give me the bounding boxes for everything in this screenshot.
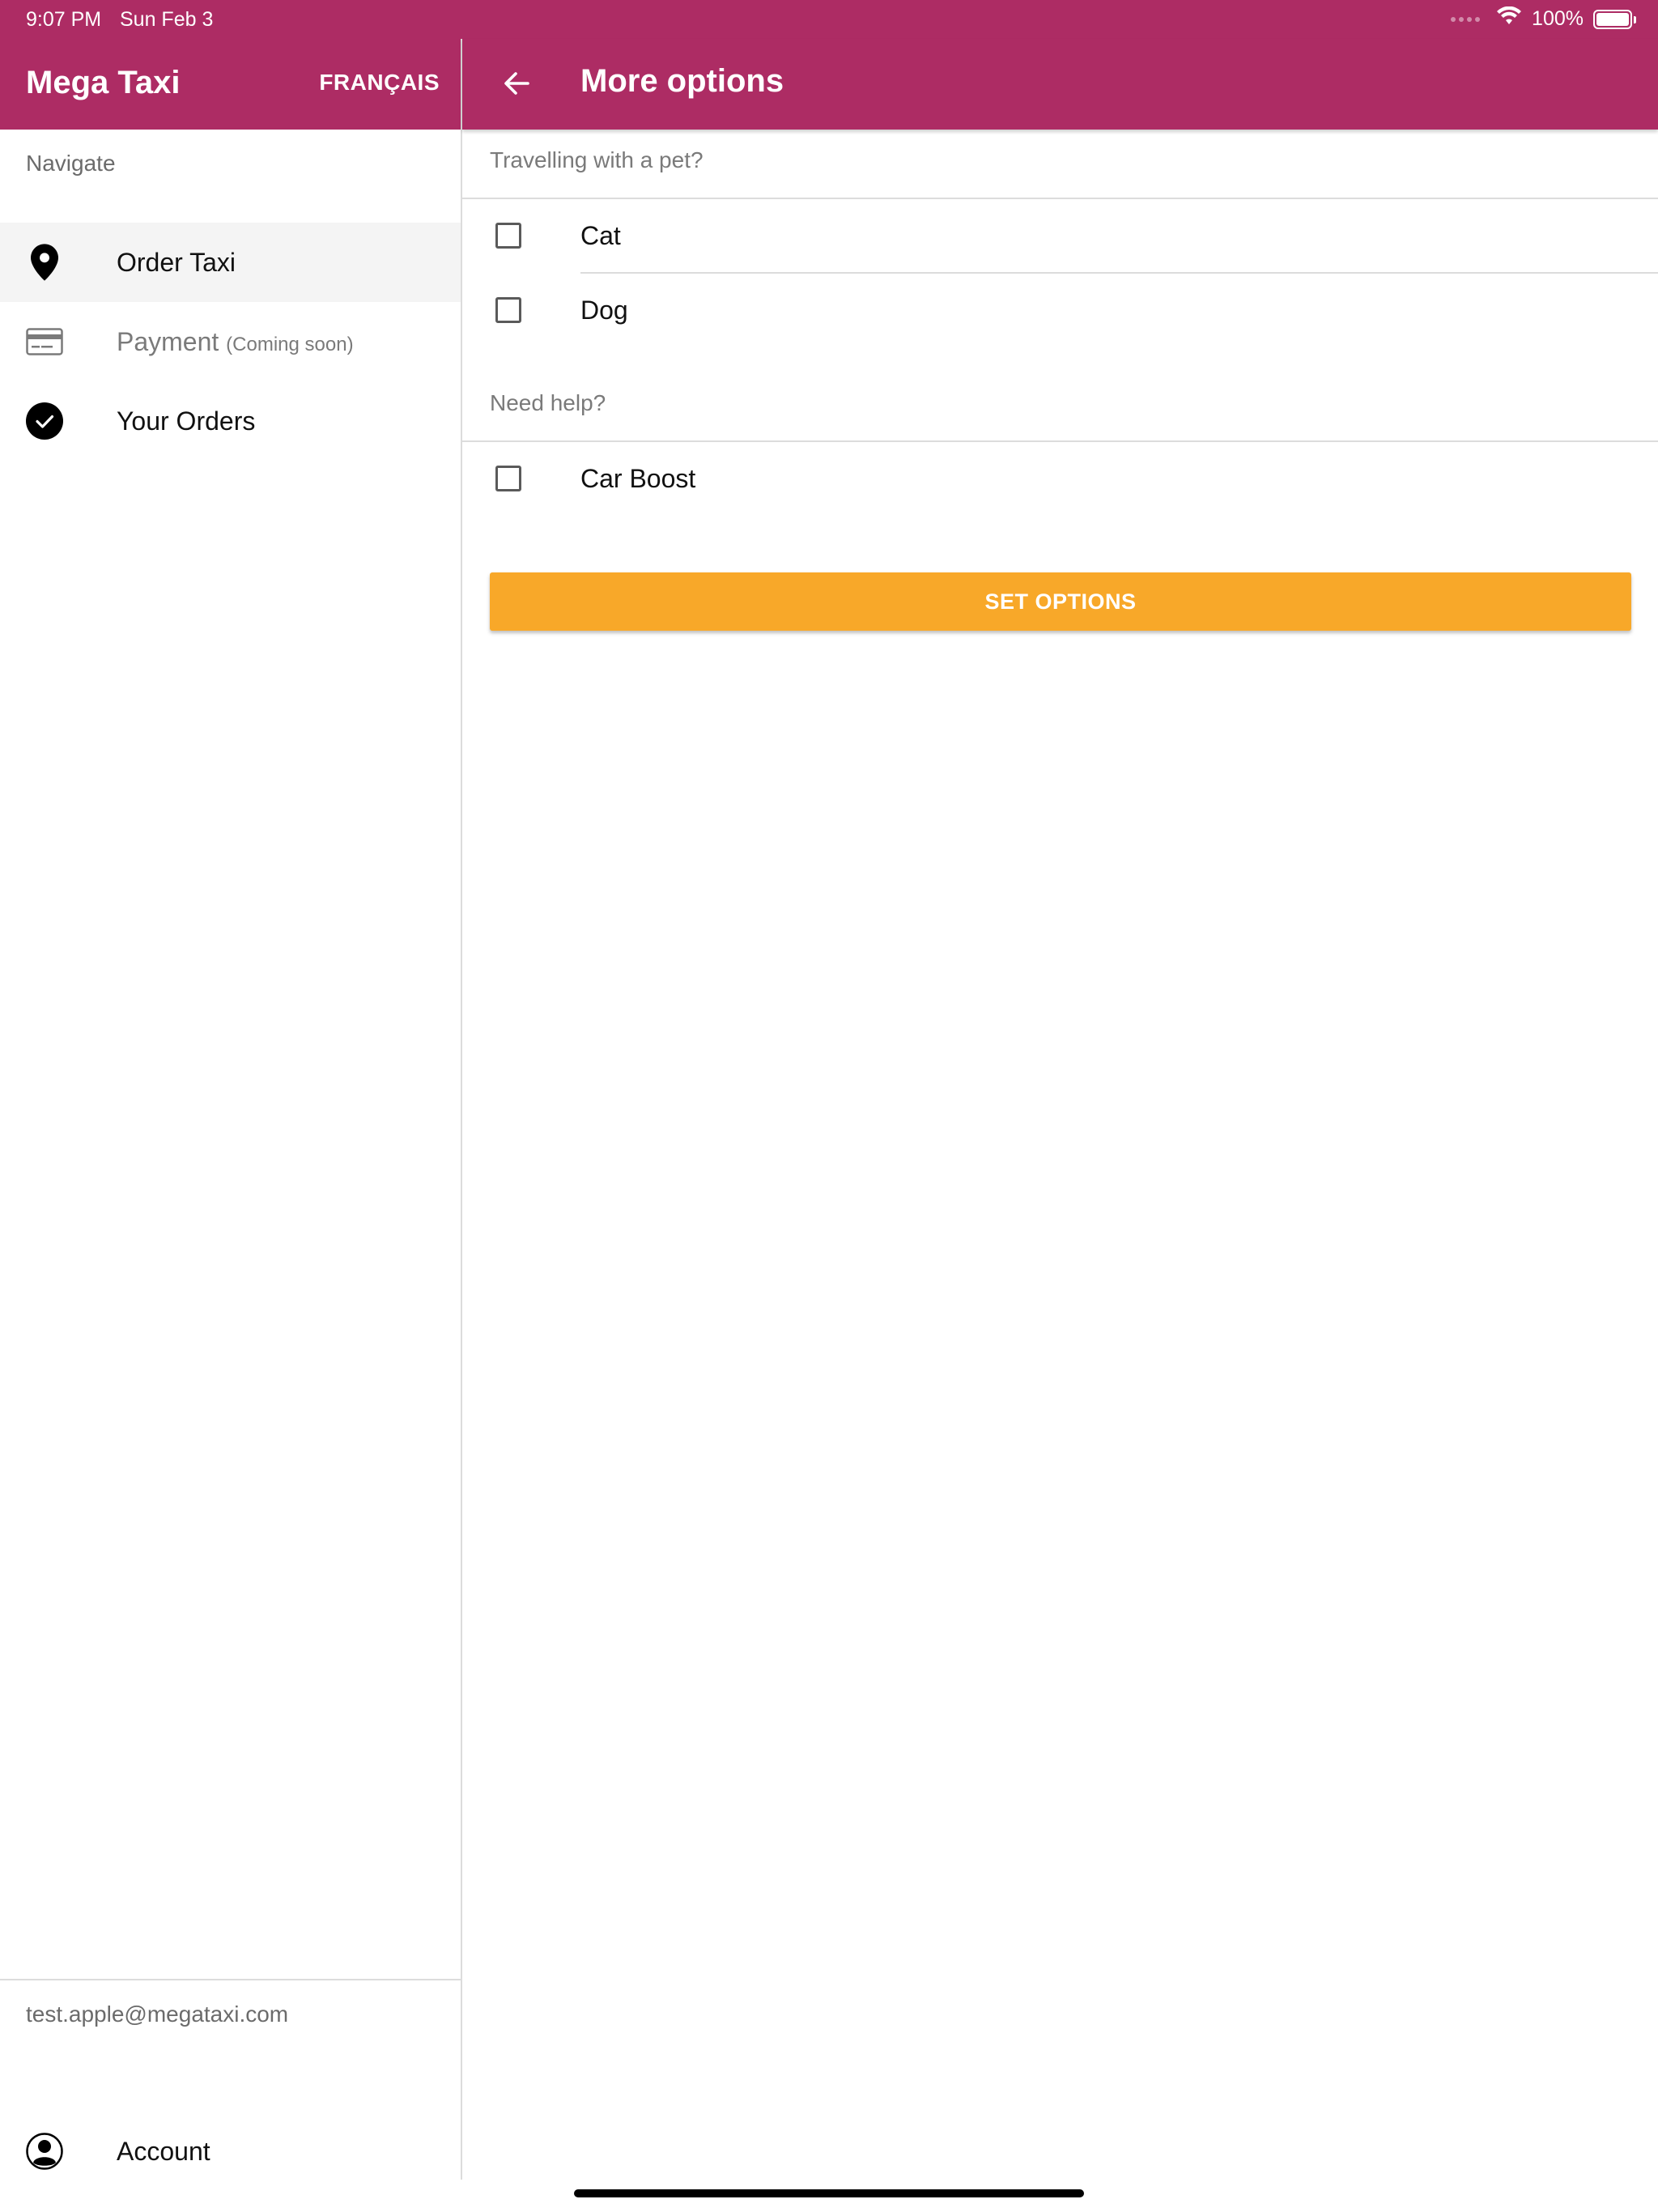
nav-item-label: Account bbox=[117, 2136, 210, 2166]
pane-header: More options bbox=[462, 39, 1658, 130]
drawer-header: Mega Taxi FRANÇAIS bbox=[0, 39, 461, 130]
option-label: Car Boost bbox=[580, 463, 696, 493]
status-date: Sun Feb 3 bbox=[120, 8, 214, 31]
payment-label: Payment bbox=[117, 326, 219, 356]
arrow-back-icon bbox=[502, 69, 531, 102]
check-circle-icon bbox=[26, 402, 63, 440]
dog-checkbox[interactable] bbox=[495, 297, 521, 323]
credit-card-icon bbox=[26, 323, 63, 360]
nav-item-label: Order Taxi bbox=[117, 247, 236, 277]
status-bar: 9:07 PM Sun Feb 3 100% bbox=[0, 0, 1658, 39]
option-label: Cat bbox=[580, 220, 621, 250]
wifi-icon bbox=[1496, 6, 1522, 32]
more-options-pane: More options Travelling with a pet? Cat … bbox=[462, 39, 1658, 2180]
home-indicator bbox=[574, 2189, 1084, 2197]
option-cat[interactable]: Cat bbox=[462, 199, 1658, 272]
option-label: Dog bbox=[580, 295, 628, 325]
battery-icon bbox=[1593, 9, 1636, 29]
status-time: 9:07 PM bbox=[26, 8, 102, 31]
battery-percent: 100% bbox=[1532, 7, 1584, 30]
page-title: More options bbox=[580, 63, 784, 99]
nav-item-order-taxi[interactable]: Order Taxi bbox=[0, 223, 461, 302]
car-boost-checkbox[interactable] bbox=[495, 466, 521, 491]
coming-soon-note: (Coming soon) bbox=[226, 333, 354, 355]
status-indicators: 100% bbox=[1451, 6, 1636, 32]
app-title: Mega Taxi bbox=[26, 65, 181, 100]
account-circle-icon bbox=[26, 2133, 63, 2170]
set-options-button[interactable]: SET OPTIONS bbox=[490, 572, 1631, 631]
cellular-signal-icon bbox=[1451, 16, 1481, 22]
nav-item-payment[interactable]: Payment (Coming soon) bbox=[0, 302, 461, 381]
nav-item-your-orders[interactable]: Your Orders bbox=[0, 381, 461, 461]
option-car-boost[interactable]: Car Boost bbox=[462, 442, 1658, 515]
pet-section-label: Travelling with a pet? bbox=[490, 147, 704, 172]
help-section-label: Need help? bbox=[490, 390, 606, 415]
back-button[interactable] bbox=[495, 63, 538, 107]
nav-item-label: Payment (Coming soon) bbox=[117, 327, 354, 357]
nav-item-account[interactable]: Account bbox=[0, 2112, 461, 2191]
location-pin-icon bbox=[26, 244, 63, 281]
cat-checkbox[interactable] bbox=[495, 223, 521, 249]
nav-item-label: Your Orders bbox=[117, 406, 256, 436]
language-toggle-button[interactable]: FRANÇAIS bbox=[319, 70, 440, 96]
nav-section-label: Navigate bbox=[26, 151, 116, 176]
drawer-divider bbox=[0, 1979, 461, 1980]
option-dog[interactable]: Dog bbox=[462, 274, 1658, 347]
user-email: test.apple@megataxi.com bbox=[26, 2001, 289, 2027]
navigation-drawer: Mega Taxi FRANÇAIS Navigate Order Taxi P… bbox=[0, 39, 462, 2180]
